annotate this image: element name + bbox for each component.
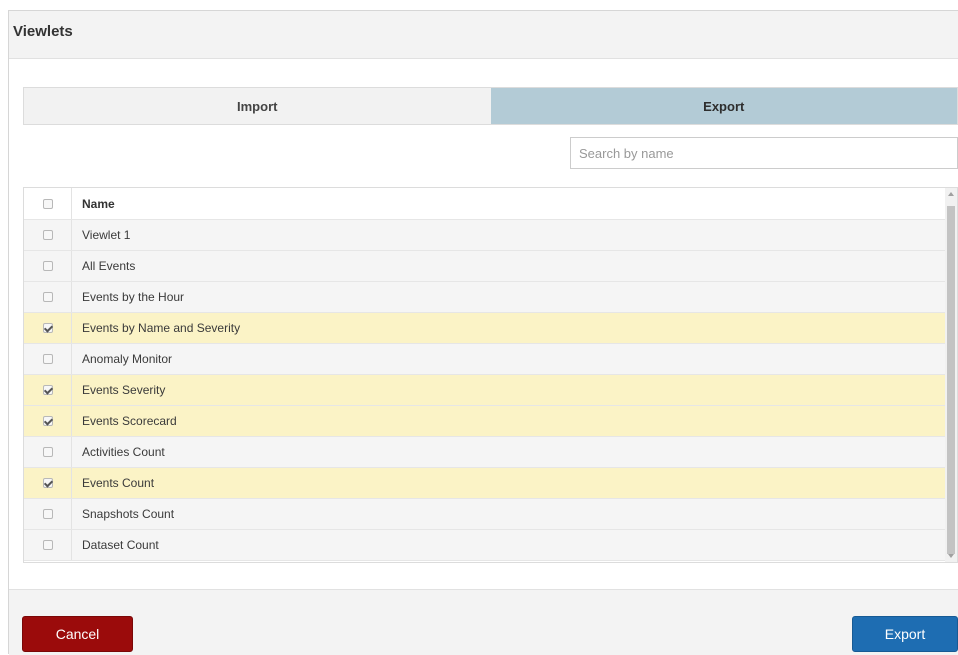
viewlet-name: Snapshots Count <box>82 507 175 521</box>
dialog-header: Viewlets <box>9 11 958 59</box>
name-column-header: Name <box>82 196 115 211</box>
table-grid: Name Viewlet 1 All Events Events by the Ho… <box>24 188 946 561</box>
header-check-cell <box>24 188 72 219</box>
select-all-checkbox[interactable] <box>42 198 53 209</box>
table-row[interactable]: Events Count <box>24 468 946 499</box>
dialog-footer: Cancel Export <box>9 589 958 655</box>
viewlet-name: Events Count <box>82 476 155 490</box>
table-row[interactable]: Events by the Hour <box>24 282 946 313</box>
row-check-cell <box>24 344 72 374</box>
scroll-down-icon[interactable] <box>948 554 954 558</box>
row-checkbox[interactable] <box>42 478 53 488</box>
scroll-up-icon[interactable] <box>948 192 954 196</box>
viewlets-dialog: Viewlets Import Export Name Viewlet 1 All… <box>8 10 958 655</box>
row-checkbox[interactable] <box>42 540 53 550</box>
table-row[interactable]: Anomaly Monitor <box>24 344 946 375</box>
table-row[interactable]: Events Scorecard <box>24 406 946 437</box>
table-row[interactable]: Viewlet 1 <box>24 220 946 251</box>
row-check-cell <box>24 282 72 312</box>
row-check-cell <box>24 406 72 436</box>
row-check-cell <box>24 530 72 560</box>
tab-bar: Import Export <box>23 87 958 125</box>
table-row[interactable]: Events by Name and Severity <box>24 313 946 344</box>
row-checkbox[interactable] <box>42 385 53 395</box>
viewlet-name: Dataset Count <box>82 538 159 552</box>
viewlet-name: Events Scorecard <box>82 414 177 428</box>
dialog-title: Viewlets <box>13 23 73 40</box>
row-checkbox[interactable] <box>42 323 53 333</box>
search-input[interactable] <box>570 137 958 169</box>
tab-import[interactable]: Import <box>24 88 491 124</box>
row-checkbox[interactable] <box>42 261 53 271</box>
table-row[interactable]: Events Severity <box>24 375 946 406</box>
table-row[interactable]: Activities Count <box>24 437 946 468</box>
viewlet-name: Events Severity <box>82 383 166 397</box>
row-check-cell <box>24 251 72 281</box>
table-header-row: Name <box>24 188 946 220</box>
row-checkbox[interactable] <box>42 292 53 302</box>
viewlet-name: Activities Count <box>82 445 165 459</box>
export-button[interactable]: Export <box>852 616 958 652</box>
table-row[interactable]: Snapshots Count <box>24 499 946 530</box>
cancel-button[interactable]: Cancel <box>22 616 133 652</box>
tab-export[interactable]: Export <box>490 88 957 124</box>
row-checkbox[interactable] <box>42 447 53 457</box>
table-scrollbar[interactable] <box>945 188 957 562</box>
scrollbar-thumb[interactable] <box>947 206 955 554</box>
row-checkbox[interactable] <box>42 416 53 426</box>
row-check-cell <box>24 313 72 343</box>
viewlet-name: Anomaly Monitor <box>82 352 173 366</box>
viewlet-name: Events by Name and Severity <box>82 321 241 335</box>
row-checkbox[interactable] <box>42 354 53 364</box>
viewlets-table: Name Viewlet 1 All Events Events by the Ho… <box>23 187 958 563</box>
table-row[interactable]: Dataset Count <box>24 530 946 561</box>
table-row[interactable]: All Events <box>24 251 946 282</box>
row-checkbox[interactable] <box>42 230 53 240</box>
viewlet-name: All Events <box>82 259 136 273</box>
row-check-cell <box>24 499 72 529</box>
viewlet-name: Viewlet 1 <box>82 228 131 242</box>
table-body: Viewlet 1 All Events Events by the Hour Eve… <box>24 220 946 561</box>
viewlet-name: Events by the Hour <box>82 290 185 304</box>
row-check-cell <box>24 375 72 405</box>
row-check-cell <box>24 220 72 250</box>
row-check-cell <box>24 437 72 467</box>
row-check-cell <box>24 468 72 498</box>
row-checkbox[interactable] <box>42 509 53 519</box>
